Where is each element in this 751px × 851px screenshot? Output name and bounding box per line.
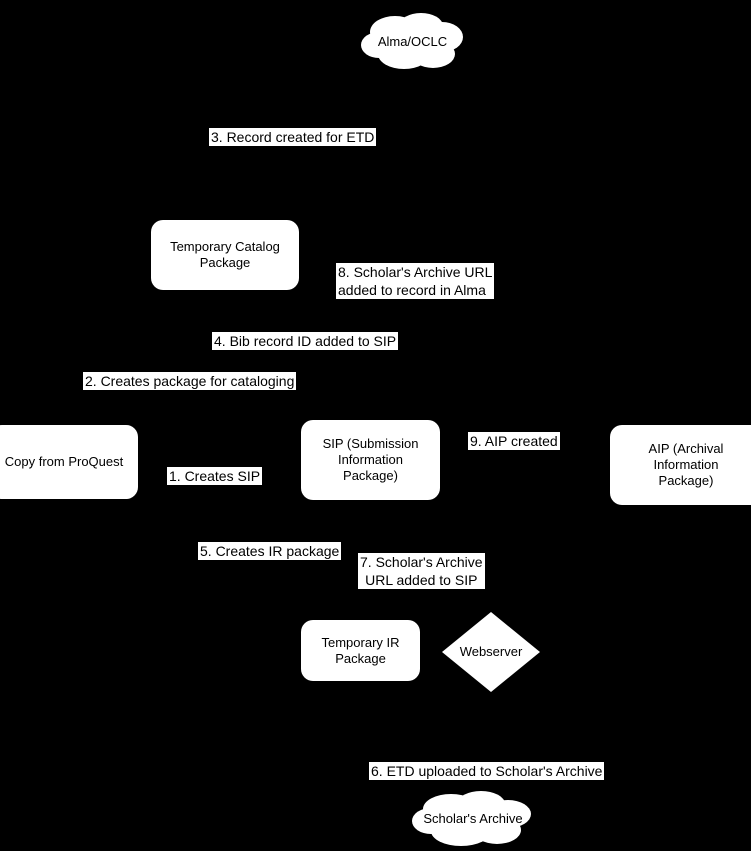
cloud-shape-icon bbox=[412, 791, 531, 846]
node-aip[interactable]: AIP (Archival Information Package) bbox=[610, 425, 751, 505]
edge-label-step4: 4. Bib record ID added to SIP bbox=[212, 332, 399, 350]
node-copy-from-proquest[interactable]: Copy from ProQuest bbox=[0, 425, 138, 499]
edge-label-step3: 3. Record created for ETD bbox=[209, 128, 377, 146]
diamond-shape-icon bbox=[442, 612, 540, 692]
node-temporary-catalog-package-label: Temporary Catalog Package bbox=[170, 239, 280, 270]
node-alma-oclc[interactable]: Alma/OCLC bbox=[359, 12, 466, 72]
node-aip-label: AIP (Archival Information Package) bbox=[648, 441, 724, 488]
node-sip[interactable]: SIP (Submission Information Package) bbox=[301, 420, 440, 500]
cloud-shape-icon bbox=[361, 13, 463, 69]
edge-label-step2: 2. Creates package for cataloging bbox=[83, 372, 297, 390]
workflow-diagram-canvas: Alma/OCLC 3. Record created for ETD Temp… bbox=[0, 0, 751, 851]
node-webserver[interactable]: Webserver bbox=[442, 612, 540, 692]
node-temporary-catalog-package[interactable]: Temporary Catalog Package bbox=[151, 220, 299, 290]
node-temporary-ir-package-label: Temporary IR Package bbox=[321, 634, 400, 666]
edge-label-step5: 5. Creates IR package bbox=[198, 542, 342, 560]
node-copy-from-proquest-label: Copy from ProQuest bbox=[4, 454, 124, 469]
node-scholars-archive[interactable]: Scholar's Archive bbox=[411, 790, 535, 848]
edge-label-step9: 9. AIP created bbox=[468, 432, 560, 450]
edge-label-step7: 7. Scholar's Archive URL added to SIP bbox=[358, 553, 485, 589]
edge-label-step6: 6. ETD uploaded to Scholar's Archive bbox=[369, 762, 605, 780]
node-sip-label: SIP (Submission Information Package) bbox=[322, 436, 419, 483]
edge-label-step8: 8. Scholar's Archive URL added to record… bbox=[336, 263, 495, 299]
node-temporary-ir-package[interactable]: Temporary IR Package bbox=[301, 620, 420, 681]
edge-label-step1: 1. Creates SIP bbox=[167, 467, 263, 485]
